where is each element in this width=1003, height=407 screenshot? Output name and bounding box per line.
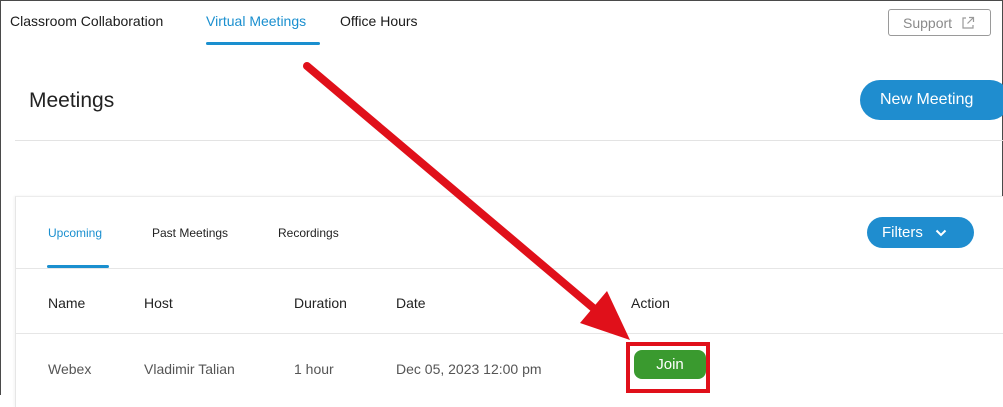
meeting-date: Dec 05, 2023 12:00 pm xyxy=(396,361,542,377)
meeting-name: Webex xyxy=(48,361,92,377)
tab-classroom-collaboration[interactable]: Classroom Collaboration xyxy=(10,13,163,29)
active-tab-indicator xyxy=(206,42,320,45)
column-header-date: Date xyxy=(396,295,426,311)
tab-upcoming[interactable]: Upcoming xyxy=(48,226,102,240)
support-button[interactable]: Support xyxy=(888,9,991,36)
header-row-divider xyxy=(16,333,1003,334)
meeting-host: Vladimir Talian xyxy=(144,361,235,377)
new-meeting-button[interactable]: New Meeting xyxy=(860,80,1003,120)
join-highlight-box xyxy=(626,342,710,393)
tab-past-meetings[interactable]: Past Meetings xyxy=(152,226,228,240)
column-header-name: Name xyxy=(48,295,86,311)
header-divider xyxy=(15,140,1003,141)
filters-label: Filters xyxy=(882,224,923,241)
meeting-duration: 1 hour xyxy=(294,361,334,377)
column-header-host: Host xyxy=(144,295,173,311)
filters-button[interactable]: Filters xyxy=(867,217,974,248)
column-header-duration: Duration xyxy=(294,295,347,311)
support-label: Support xyxy=(903,14,953,31)
top-nav: Classroom Collaboration Virtual Meetings… xyxy=(0,0,1003,46)
meetings-panel: Upcoming Past Meetings Recordings Filter… xyxy=(15,196,1003,407)
page-title: Meetings xyxy=(29,89,115,112)
chevron-down-icon xyxy=(935,229,947,237)
column-header-action: Action xyxy=(631,295,670,311)
tab-virtual-meetings[interactable]: Virtual Meetings xyxy=(206,13,306,29)
tab-office-hours[interactable]: Office Hours xyxy=(340,13,418,29)
tabs-divider xyxy=(16,268,1003,269)
external-link-icon xyxy=(961,16,975,30)
tab-recordings[interactable]: Recordings xyxy=(278,226,339,240)
